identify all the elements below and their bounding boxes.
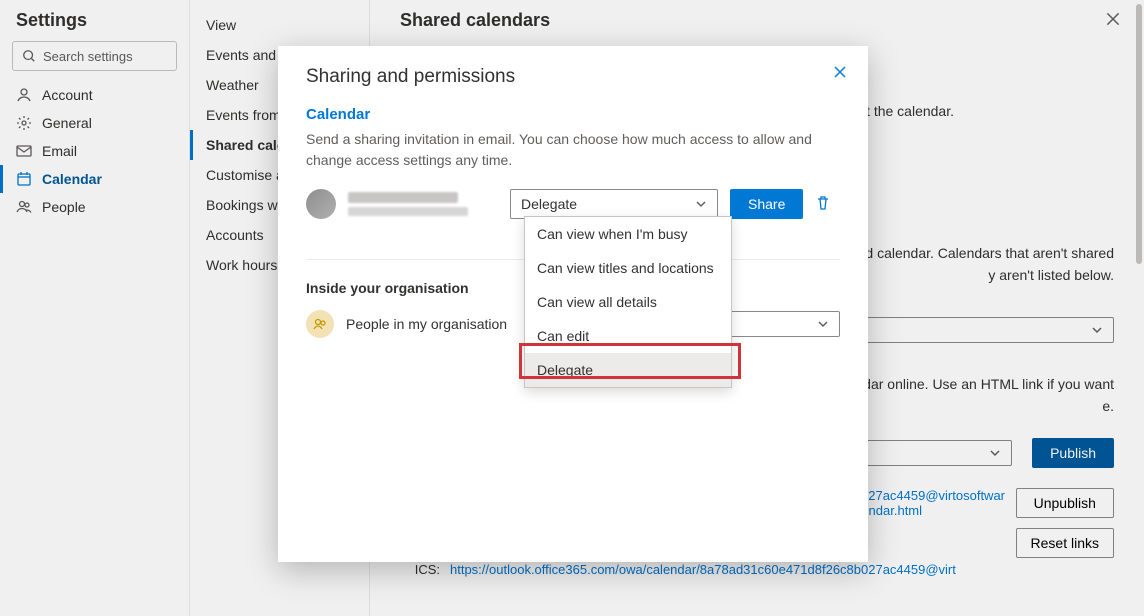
user-email-redacted: [348, 207, 468, 216]
calendar-select[interactable]: [854, 317, 1114, 343]
dropdown-option-delegate[interactable]: Delegate: [525, 353, 731, 387]
search-icon: [21, 48, 37, 64]
nav-label: People: [42, 199, 86, 215]
chevron-down-icon: [695, 198, 707, 210]
ics-label: ICS:: [400, 562, 440, 577]
permission-select[interactable]: Delegate: [510, 189, 718, 219]
account-icon: [16, 87, 32, 103]
nav-calendar[interactable]: Calendar: [0, 165, 189, 193]
people-icon: [16, 199, 32, 215]
search-input[interactable]: Search settings: [12, 41, 177, 71]
org-label: People in my organisation: [346, 316, 507, 332]
unpublish-button[interactable]: Unpublish: [1016, 488, 1114, 518]
publish-button[interactable]: Publish: [1032, 438, 1114, 468]
dropdown-option[interactable]: Can view titles and locations: [525, 251, 731, 285]
dropdown-option[interactable]: Can view all details: [525, 285, 731, 319]
nav-account[interactable]: Account: [0, 81, 189, 109]
nav-label: Account: [42, 87, 93, 103]
avatar: [306, 189, 336, 219]
share-button[interactable]: Share: [730, 189, 803, 219]
settings-title: Settings: [0, 10, 189, 41]
subnav-view[interactable]: View: [190, 10, 369, 40]
dropdown-option[interactable]: Can view when I'm busy: [525, 217, 731, 251]
close-icon[interactable]: [1104, 10, 1124, 30]
gear-icon: [16, 115, 32, 131]
calendar-icon: [16, 171, 32, 187]
reset-links-button[interactable]: Reset links: [1016, 528, 1114, 558]
modal-close-icon[interactable]: [832, 64, 848, 83]
nav-label: Email: [42, 143, 77, 159]
permission-selected: Delegate: [521, 196, 577, 212]
nav-general[interactable]: General: [0, 109, 189, 137]
modal-title: Sharing and permissions: [306, 66, 840, 88]
mail-icon: [16, 143, 32, 159]
dropdown-option[interactable]: Can edit: [525, 319, 731, 353]
page-title: Shared calendars: [400, 10, 1114, 31]
calendar-label: Calendar: [306, 106, 840, 123]
modal-description: Send a sharing invitation in email. You …: [306, 129, 840, 171]
nav-label: General: [42, 115, 92, 131]
nav-people[interactable]: People: [0, 193, 189, 221]
ics-url-link[interactable]: https://outlook.office365.com/owa/calend…: [450, 562, 1008, 577]
chevron-down-icon: [817, 318, 829, 330]
trash-icon[interactable]: [815, 195, 831, 214]
permission-dropdown: Can view when I'm busy Can view titles a…: [524, 216, 732, 388]
people-icon: [306, 310, 334, 338]
user-name-redacted: [348, 192, 458, 203]
nav-label: Calendar: [42, 171, 102, 187]
chevron-down-icon: [1091, 324, 1103, 336]
nav-email[interactable]: Email: [0, 137, 189, 165]
scrollbar[interactable]: [1136, 4, 1142, 264]
chevron-down-icon: [989, 447, 1001, 459]
search-placeholder: Search settings: [43, 49, 133, 64]
